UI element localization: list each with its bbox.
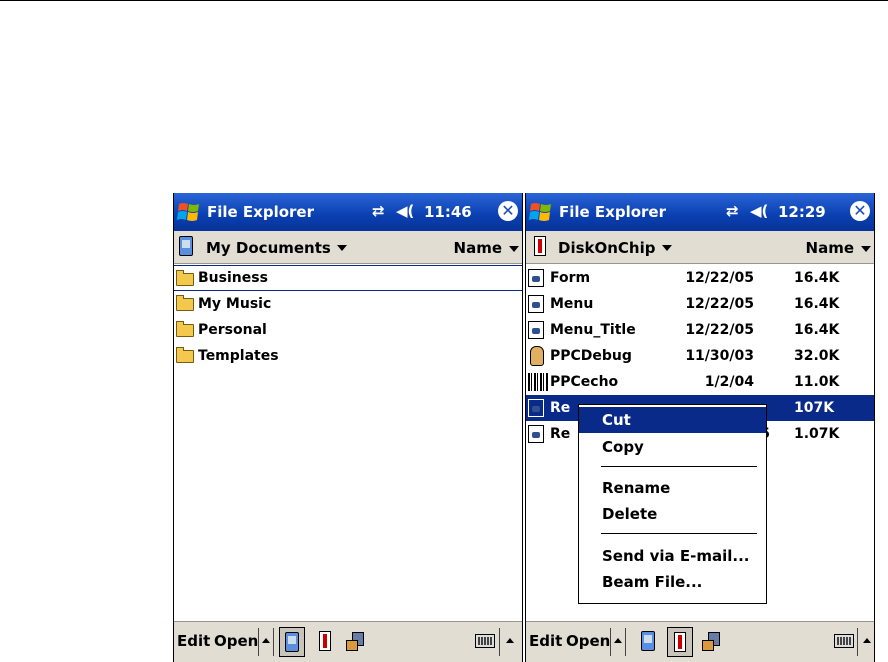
volume-icon[interactable]: ◀︎( <box>750 202 768 220</box>
folder-icon <box>176 321 194 337</box>
edit-menu[interactable]: Edit <box>177 632 210 650</box>
windows-start-icon[interactable] <box>177 200 201 224</box>
chevron-up-icon[interactable] <box>262 638 270 643</box>
app-title: File Explorer <box>207 203 314 221</box>
device-storage-button[interactable] <box>636 627 662 657</box>
location-bar: DiskOnChip Name <box>526 231 874 264</box>
menu-item-copy[interactable]: Copy <box>579 434 766 460</box>
table-row[interactable]: PPCecho 1/2/04 11.0K <box>526 369 874 395</box>
divider <box>857 628 858 656</box>
keyboard-icon[interactable] <box>834 634 854 648</box>
network-share-icon <box>346 632 364 651</box>
menu-item-delete[interactable]: Delete <box>579 501 766 527</box>
document-icon <box>528 425 544 443</box>
sort-dropdown[interactable]: Name <box>806 239 854 257</box>
table-row[interactable]: Menu_Title 12/22/05 16.4K <box>526 317 874 343</box>
storage-card-icon <box>534 236 546 260</box>
list-item[interactable]: Business <box>174 265 522 291</box>
pda-icon <box>641 631 655 651</box>
close-icon[interactable]: ✕ <box>850 201 870 221</box>
divider <box>610 628 611 656</box>
connectivity-icon[interactable]: ⇄ <box>726 202 739 220</box>
document-icon <box>528 399 544 417</box>
chevron-down-icon[interactable] <box>861 246 871 252</box>
list-item[interactable]: My Music <box>174 291 522 317</box>
debug-app-icon <box>530 346 544 366</box>
document-icon <box>528 269 544 287</box>
document-icon <box>528 295 544 313</box>
folder-icon <box>176 347 194 363</box>
device-storage-button[interactable] <box>279 627 305 657</box>
table-row[interactable]: Menu 12/22/05 16.4K <box>526 291 874 317</box>
menu-item-send-email[interactable]: Send via E-mail... <box>579 543 766 569</box>
chevron-down-icon[interactable] <box>509 246 519 252</box>
connectivity-icon[interactable]: ⇄ <box>372 202 385 220</box>
chevron-down-icon <box>661 245 672 251</box>
table-row[interactable]: PPCDebug 11/30/03 32.0K <box>526 343 874 369</box>
network-share-icon <box>702 632 720 651</box>
menu-divider <box>601 466 757 467</box>
clock[interactable]: 11:46 <box>424 203 472 221</box>
location-dropdown[interactable]: My Documents <box>206 239 347 257</box>
location-dropdown[interactable]: DiskOnChip <box>558 239 672 257</box>
table-row[interactable]: Form 12/22/05 16.4K <box>526 265 874 291</box>
sort-dropdown[interactable]: Name <box>454 239 502 257</box>
document-icon <box>528 321 544 339</box>
network-button[interactable] <box>342 627 368 657</box>
folder-icon <box>176 270 194 286</box>
list-item[interactable]: Templates <box>174 343 522 369</box>
storage-card-icon <box>674 632 686 652</box>
divider <box>273 628 274 656</box>
menu-divider <box>601 533 757 534</box>
clock[interactable]: 12:29 <box>778 203 826 221</box>
location-bar: My Documents Name <box>174 231 522 264</box>
close-icon[interactable]: ✕ <box>498 201 518 221</box>
list-item[interactable]: Personal <box>174 317 522 343</box>
folder-list: Business My Music Personal Templates <box>174 265 522 369</box>
storage-card-button[interactable] <box>312 627 338 657</box>
chevron-up-icon[interactable] <box>506 638 514 643</box>
app-title: File Explorer <box>559 203 666 221</box>
pda-icon <box>179 236 193 260</box>
title-bar: File Explorer ⇄ ◀︎( 11:46 ✕ <box>174 193 522 231</box>
open-menu[interactable]: Open <box>214 632 258 650</box>
barcode-app-icon <box>528 373 548 391</box>
chevron-down-icon <box>336 245 347 251</box>
keyboard-icon[interactable] <box>475 634 495 648</box>
menu-item-beam-file[interactable]: Beam File... <box>579 569 766 595</box>
context-menu: Cut Copy Rename Delete Send via E-mail..… <box>578 404 767 604</box>
divider <box>258 628 259 656</box>
title-bar: File Explorer ⇄ ◀︎( 12:29 ✕ <box>526 193 874 231</box>
windows-start-icon[interactable] <box>529 200 553 224</box>
open-menu[interactable]: Open <box>566 632 610 650</box>
volume-icon[interactable]: ◀︎( <box>396 202 414 220</box>
menu-bar: Edit Open <box>174 621 522 662</box>
pda-icon <box>285 632 299 652</box>
network-button[interactable] <box>698 627 724 657</box>
divider <box>625 628 626 656</box>
edit-menu[interactable]: Edit <box>529 632 562 650</box>
left-pda-screen: File Explorer ⇄ ◀︎( 11:46 ✕ My Documents… <box>173 193 523 662</box>
storage-card-icon <box>319 631 331 651</box>
menu-item-rename[interactable]: Rename <box>579 475 766 501</box>
divider <box>499 628 500 656</box>
storage-card-button[interactable] <box>667 627 693 657</box>
top-rule <box>0 0 888 1</box>
chevron-up-icon[interactable] <box>614 638 622 643</box>
menu-bar: Edit Open <box>526 621 874 662</box>
menu-item-cut[interactable]: Cut <box>579 407 766 433</box>
folder-icon <box>176 295 194 311</box>
chevron-up-icon[interactable] <box>863 638 871 643</box>
